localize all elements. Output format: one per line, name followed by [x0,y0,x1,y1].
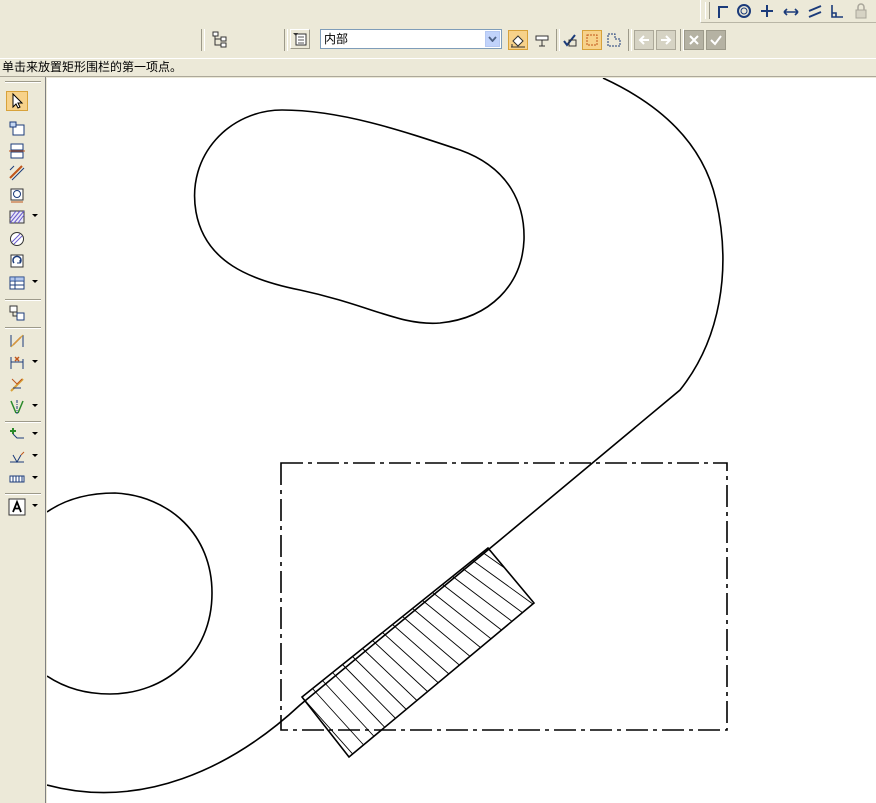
slot-profile[interactable] [193,109,525,325]
dimension-tool[interactable] [6,331,40,351]
command-prompt: 单击来放置矩形围栏的第一项点。 [0,58,876,77]
select-arrow-icon [12,92,24,109]
check-select-icon[interactable] [560,30,580,50]
section-view-icon [9,143,25,159]
polygon-fence-icon[interactable] [604,30,624,50]
chevron-down-icon[interactable] [32,360,38,363]
projection-view-tool[interactable] [6,119,40,139]
horizontal-snap-icon[interactable] [781,1,801,21]
arrow-left-icon [638,35,649,45]
detail-view-tool[interactable] [6,185,40,205]
toolbar-separator [628,29,632,51]
select-tool[interactable] [6,91,28,111]
toolbox-separator [5,421,41,423]
dimension-icon [10,334,24,348]
rectangle-fence-button[interactable] [582,30,602,50]
rotate-view-icon [10,254,24,268]
weld-symbol-icon [10,451,25,464]
toolbar-separator [201,29,205,51]
chevron-down-icon[interactable] [32,476,38,479]
text-icon [8,498,26,516]
drawing-toolbox [0,77,46,803]
centerline-icon [10,400,24,414]
view-tree-icon[interactable] [210,29,230,49]
break-view-icon [9,165,25,181]
dimension-style-icon [10,378,24,392]
dimension-style-tool[interactable] [6,375,40,395]
hatch-tool[interactable] [6,207,40,227]
circle-profile[interactable] [47,492,213,695]
projection-view-icon [9,121,25,136]
chevron-down-icon[interactable] [32,504,38,507]
toolbar-grip[interactable] [705,2,710,19]
perpendicular-snap-icon[interactable] [827,1,847,21]
toolbox-separator [5,81,41,83]
hatch-mode-value: 内部 [324,32,349,46]
circle-snap-icon[interactable] [734,1,754,21]
close-icon [689,35,699,45]
snap-toolbar [700,0,876,23]
chevron-down-icon[interactable] [32,454,38,457]
back-button[interactable] [634,30,654,50]
circle-hatch-tool[interactable] [6,229,40,249]
table-tool[interactable] [6,469,40,489]
paint-bucket-icon [511,35,525,48]
arrow-right-icon [661,35,672,45]
check-icon [710,35,722,46]
chevron-down-icon[interactable] [32,404,38,407]
rectangle-fence-icon [586,34,598,46]
hatch-properties-icon[interactable] [290,29,310,49]
view-table-tool[interactable] [6,273,40,293]
leader-icon [10,428,24,439]
centerline-tool[interactable] [6,397,40,417]
chevron-down-icon[interactable] [485,31,500,47]
point-dimension-tool[interactable] [6,353,40,373]
toolbox-separator [5,299,41,301]
circle-hatch-icon [10,232,24,246]
text-tool[interactable] [6,497,40,517]
chevron-down-icon[interactable] [32,214,38,217]
rotate-view-tool[interactable] [6,251,40,271]
accept-button[interactable] [706,30,726,50]
hatch-fill-icon[interactable] [532,30,552,50]
toolbox-separator [5,327,41,329]
toolbar-separator [284,29,288,51]
profile-curve[interactable] [47,78,724,794]
chevron-down-icon[interactable] [32,280,38,283]
parallel-snap-icon[interactable] [805,1,825,21]
lock-icon[interactable] [851,1,871,21]
break-view-tool[interactable] [6,163,40,183]
hatch-toolbar: 内部 [282,26,876,54]
weld-symbol-tool[interactable] [6,447,40,467]
point-dimension-icon [10,356,24,369]
intersection-snap-icon[interactable] [757,1,777,21]
toolbox-separator [5,493,41,495]
hatch-mode-select[interactable]: 内部 [320,29,502,49]
corner-snap-icon[interactable] [713,1,733,21]
section-view-tool[interactable] [6,141,40,161]
drawing-canvas[interactable] [47,78,876,803]
cancel-button[interactable] [684,30,704,50]
view-link-tool[interactable] [6,303,40,323]
table-icon [9,475,25,483]
leader-tool[interactable] [6,425,40,445]
view-toolbar [196,26,238,54]
detail-view-icon [10,188,24,203]
fill-area-button[interactable] [508,30,528,50]
view-link-icon [9,305,25,321]
view-table-icon [9,276,25,290]
chevron-down-icon[interactable] [32,432,38,435]
hatch-icon [9,210,25,224]
hatch-region[interactable] [300,546,574,760]
forward-button[interactable] [656,30,676,50]
rectangular-fence[interactable] [280,462,728,731]
